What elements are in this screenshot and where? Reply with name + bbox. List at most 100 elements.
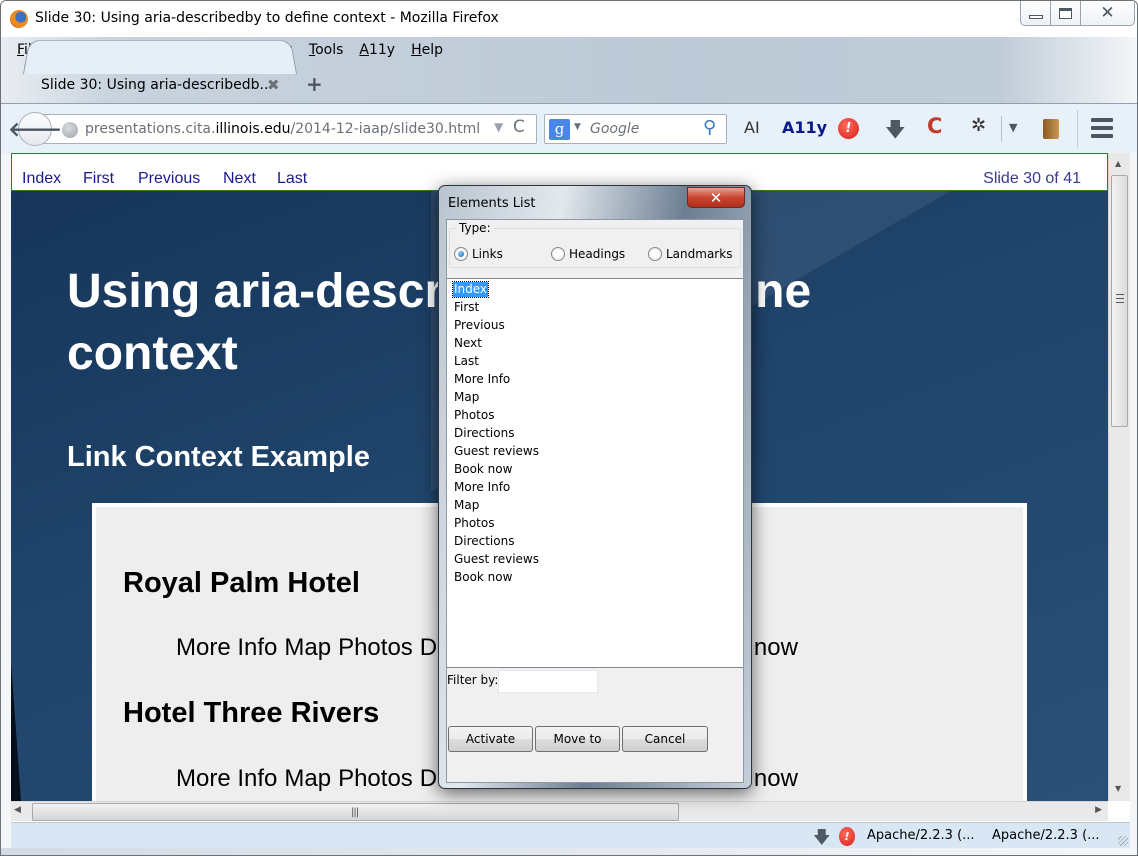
new-tab-button[interactable]: + [306, 72, 323, 96]
minimize-button[interactable] [1021, 1, 1051, 25]
horizontal-scroll-thumb[interactable]: ||| [32, 803, 679, 821]
list-item[interactable]: Book now [453, 570, 513, 585]
dialog-body: Type: Links Headings Landmarks Index Firs… [446, 219, 744, 783]
elements-list-dialog: Elements List ✕ Type: Links Headings Lan… [438, 185, 752, 789]
activate-button[interactable]: Activate [448, 726, 533, 752]
close-icon: ✕ [709, 189, 723, 207]
menu-and-tab-area: FileEditViewHistoryBookmarksToolsA11yHel… [1, 37, 1137, 103]
grip-icon [1116, 294, 1124, 303]
list-item[interactable]: Book now [453, 462, 513, 477]
notebook-icon[interactable] [1043, 119, 1059, 139]
scroll-up-arrow-icon[interactable]: ▲ [1115, 159, 1121, 168]
warning-stop-icon[interactable]: ! [838, 118, 859, 139]
site-identity-globe-icon[interactable] [62, 122, 78, 138]
grip-icon: ||| [351, 807, 359, 818]
filter-input[interactable] [498, 670, 598, 693]
menu-tools[interactable]: Tools [301, 41, 352, 59]
dialog-close-button[interactable]: ✕ [687, 187, 745, 208]
resize-grip-icon[interactable] [1118, 836, 1128, 846]
ai-toolbar-button[interactable]: AI [744, 118, 760, 137]
nav-link-index[interactable]: Index [22, 170, 61, 188]
window-frame-right [1130, 153, 1137, 848]
a11y-toolbar-button[interactable]: A11y [782, 118, 827, 137]
list-item[interactable]: Last [453, 354, 480, 369]
vertical-scroll-thumb[interactable] [1111, 175, 1128, 427]
cancel-button[interactable]: Cancel [622, 726, 708, 752]
search-engine-dropdown-icon[interactable]: ▼ [574, 122, 581, 132]
scroll-right-arrow-icon[interactable]: ▶ [1095, 805, 1102, 815]
list-item[interactable]: Directions [453, 426, 515, 441]
nav-link-next[interactable]: Next [223, 170, 256, 188]
radio-button-icon[interactable] [648, 247, 662, 261]
radio-links[interactable]: Links [454, 247, 503, 261]
toolbar-separator [1001, 116, 1002, 142]
type-label: Type: [457, 221, 493, 235]
close-window-button[interactable]: ✕ [1081, 1, 1134, 25]
background-spire [11, 661, 21, 801]
toolbar-separator [1077, 110, 1078, 148]
download-arrow-icon[interactable]: 🡇 [885, 115, 906, 149]
move-to-button[interactable]: Move to [535, 726, 620, 752]
list-item[interactable]: First [453, 300, 480, 315]
menu-a11y[interactable]: A11y [351, 41, 403, 59]
url-path: /2014-12-iaap/slide30.html [290, 121, 481, 137]
scroll-left-arrow-icon[interactable]: ◀ [14, 805, 21, 815]
list-item[interactable]: Photos [453, 516, 495, 531]
back-arrow-icon: 🡐 [8, 117, 62, 141]
tab-active[interactable] [23, 39, 297, 74]
list-item[interactable]: Directions [453, 534, 515, 549]
list-item[interactable]: More Info [453, 372, 511, 387]
maximize-button[interactable] [1051, 1, 1081, 25]
list-item[interactable]: More Info [453, 480, 511, 495]
url-bar[interactable]: presentations.cita.illinois.edu/2014-12-… [37, 114, 537, 144]
radio-button-icon[interactable] [551, 247, 565, 261]
list-item[interactable]: Index [451, 281, 490, 298]
horizontal-scrollbar[interactable]: ◀ ||| ▶ [11, 801, 1108, 821]
hotel-link-more-info[interactable]: More Info [176, 765, 277, 793]
warning-status-icon[interactable]: ! [839, 827, 855, 846]
list-item[interactable]: Map [453, 498, 480, 513]
dialog-title: Elements List [448, 196, 536, 211]
hotel-link-map[interactable]: Map [284, 765, 331, 793]
search-bar[interactable]: g ▼ Google ⚲ [544, 114, 727, 144]
hamburger-menu-icon[interactable] [1091, 118, 1113, 138]
nav-link-first[interactable]: First [83, 170, 114, 188]
radio-landmarks[interactable]: Landmarks [648, 247, 732, 261]
hotel-link-photos[interactable]: Photos [338, 634, 413, 662]
list-item[interactable]: Next [453, 336, 483, 351]
browser-window: Slide 30: Using aria-describedby to defi… [0, 0, 1138, 856]
hotel-heading: Royal Palm Hotel [123, 567, 360, 599]
red-reload-icon[interactable]: C [927, 114, 942, 138]
list-item[interactable]: Previous [453, 318, 506, 333]
url-text[interactable]: presentations.cita.illinois.edu/2014-12-… [85, 121, 480, 137]
radio-button-icon[interactable] [454, 247, 468, 261]
nav-link-last[interactable]: Last [277, 170, 307, 188]
slide-counter: Slide 30 of 41 [983, 170, 1081, 187]
list-item[interactable]: Guest reviews [453, 552, 540, 567]
list-item[interactable]: Guest reviews [453, 444, 540, 459]
scroll-down-arrow-icon[interactable]: ▼ [1115, 784, 1121, 793]
window-title: Slide 30: Using aria-describedby to defi… [35, 10, 499, 26]
tab-title[interactable]: Slide 30: Using aria-describedb... [41, 77, 273, 93]
tab-close-icon[interactable]: ✖ [267, 76, 280, 94]
reload-icon[interactable]: C [513, 117, 525, 137]
menu-help[interactable]: Help [403, 41, 451, 59]
hotel-heading: Hotel Three Rivers [123, 697, 380, 729]
status-bar: 🡇 ! Apache/2.2.3 (... Apache/2.2.3 (... [11, 822, 1130, 848]
hotel-link-map[interactable]: Map [284, 634, 331, 662]
search-input[interactable]: Google [590, 121, 639, 137]
list-item[interactable]: Photos [453, 408, 495, 423]
google-engine-icon[interactable]: g [549, 119, 570, 140]
radio-headings[interactable]: Headings [551, 247, 625, 261]
url-history-dropdown-icon[interactable]: ▼ [494, 120, 503, 134]
search-magnifier-icon[interactable]: ⚲ [703, 117, 716, 138]
firebug-dropdown-icon[interactable]: ▼ [1009, 121, 1017, 134]
list-item[interactable]: Map [453, 390, 480, 405]
back-button[interactable]: 🡐 [8, 112, 62, 146]
hotel-link-more-info[interactable]: More Info [176, 634, 277, 662]
nav-link-previous[interactable]: Previous [138, 170, 200, 188]
elements-listbox[interactable]: Index First Previous Next Last More Info Map Ph… [447, 278, 743, 668]
vertical-scrollbar[interactable]: ▲ ▼ [1108, 153, 1130, 801]
hotel-link-photos[interactable]: Photos [338, 765, 413, 793]
firebug-icon[interactable]: ✲ [971, 115, 986, 136]
